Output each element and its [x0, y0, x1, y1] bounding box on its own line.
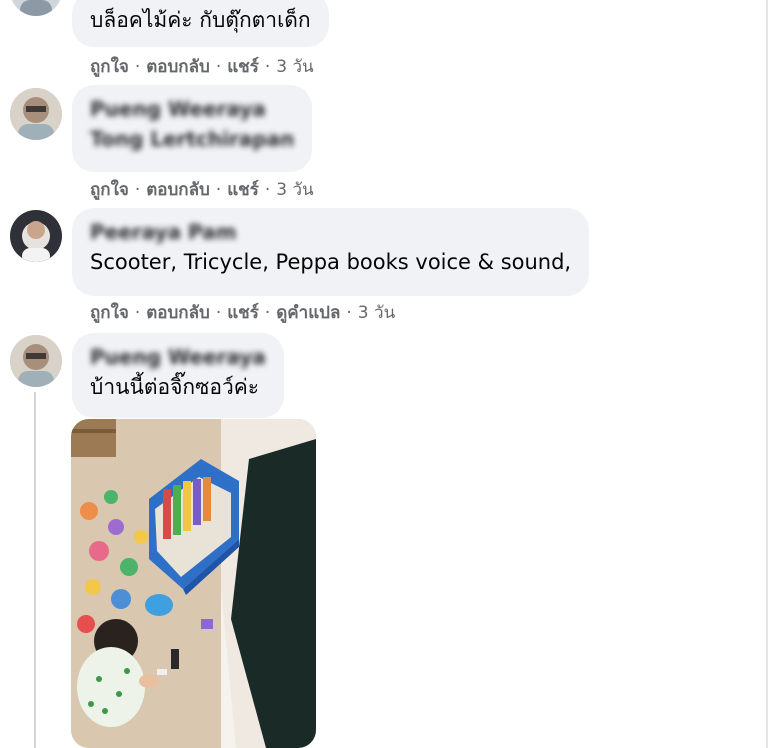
avatar[interactable] — [10, 0, 62, 16]
comment-photo[interactable] — [71, 419, 316, 748]
like-link[interactable]: ถูกใจ — [90, 303, 129, 323]
comment-bubble: บล็อคไม้ค่ะ กับตุ๊กตาเด็ก — [72, 0, 329, 47]
thread-connector — [34, 392, 36, 748]
share-link[interactable]: แชร์ — [227, 303, 259, 323]
share-link[interactable]: แชร์ — [227, 180, 259, 200]
comment-text: Scooter, Tricycle, Peppa books voice & s… — [90, 250, 572, 274]
reply-link[interactable]: ตอบกลับ — [146, 57, 210, 77]
avatar-photo — [10, 88, 62, 140]
reply-link[interactable]: ตอบกลับ — [146, 303, 210, 323]
timestamp[interactable]: 3 วัน — [276, 57, 313, 77]
comment-bubble: Peeraya Pam Scooter, Tricycle, Peppa boo… — [72, 208, 590, 296]
reply-link[interactable]: ตอบกลับ — [146, 180, 210, 200]
author-name[interactable]: Pueng Weeraya — [90, 342, 266, 372]
comment-text: บล็อคไม้ค่ะ กับตุ๊กตาเด็ก — [90, 8, 311, 32]
share-link[interactable]: แชร์ — [227, 57, 259, 77]
comment-bubble: Pueng Weeraya Tong Lertchirapan — [72, 85, 313, 172]
avatar-photo — [10, 0, 62, 16]
panel-divider — [766, 0, 768, 748]
author-name[interactable]: Peeraya Pam — [90, 217, 571, 247]
kids-playroom-image — [71, 419, 316, 748]
avatar[interactable] — [10, 210, 62, 262]
avatar-photo — [10, 335, 62, 387]
timestamp[interactable]: 3 วัน — [276, 180, 313, 200]
author-name[interactable]: Pueng Weeraya — [90, 94, 294, 124]
avatar[interactable] — [10, 88, 62, 140]
comment-bubble: Pueng Weeraya บ้านนี้ต่อจิ๊กซอว์ค่ะ — [72, 333, 284, 418]
comment-actions: ถูกใจ · ตอบกลับ · แชร์ · 3 วัน — [90, 180, 314, 200]
comment-text: บ้านนี้ต่อจิ๊กซอว์ค่ะ — [90, 375, 260, 399]
comment-actions: ถูกใจ · ตอบกลับ · แชร์ · 3 วัน — [90, 57, 314, 77]
comment-actions: ถูกใจ · ตอบกลับ · แชร์ · ดูคำแปล · 3 วัน — [90, 303, 396, 323]
avatar-photo — [10, 210, 62, 262]
see-translation-link[interactable]: ดูคำแปล — [276, 303, 340, 323]
tagged-name[interactable]: Tong Lertchirapan — [90, 124, 294, 154]
comment-thread: บล็อคไม้ค่ะ กับตุ๊กตาเด็ก ถูกใจ · ตอบกลับ ·… — [0, 0, 769, 748]
like-link[interactable]: ถูกใจ — [90, 57, 129, 77]
like-link[interactable]: ถูกใจ — [90, 180, 129, 200]
avatar[interactable] — [10, 335, 62, 387]
timestamp[interactable]: 3 วัน — [358, 303, 395, 323]
